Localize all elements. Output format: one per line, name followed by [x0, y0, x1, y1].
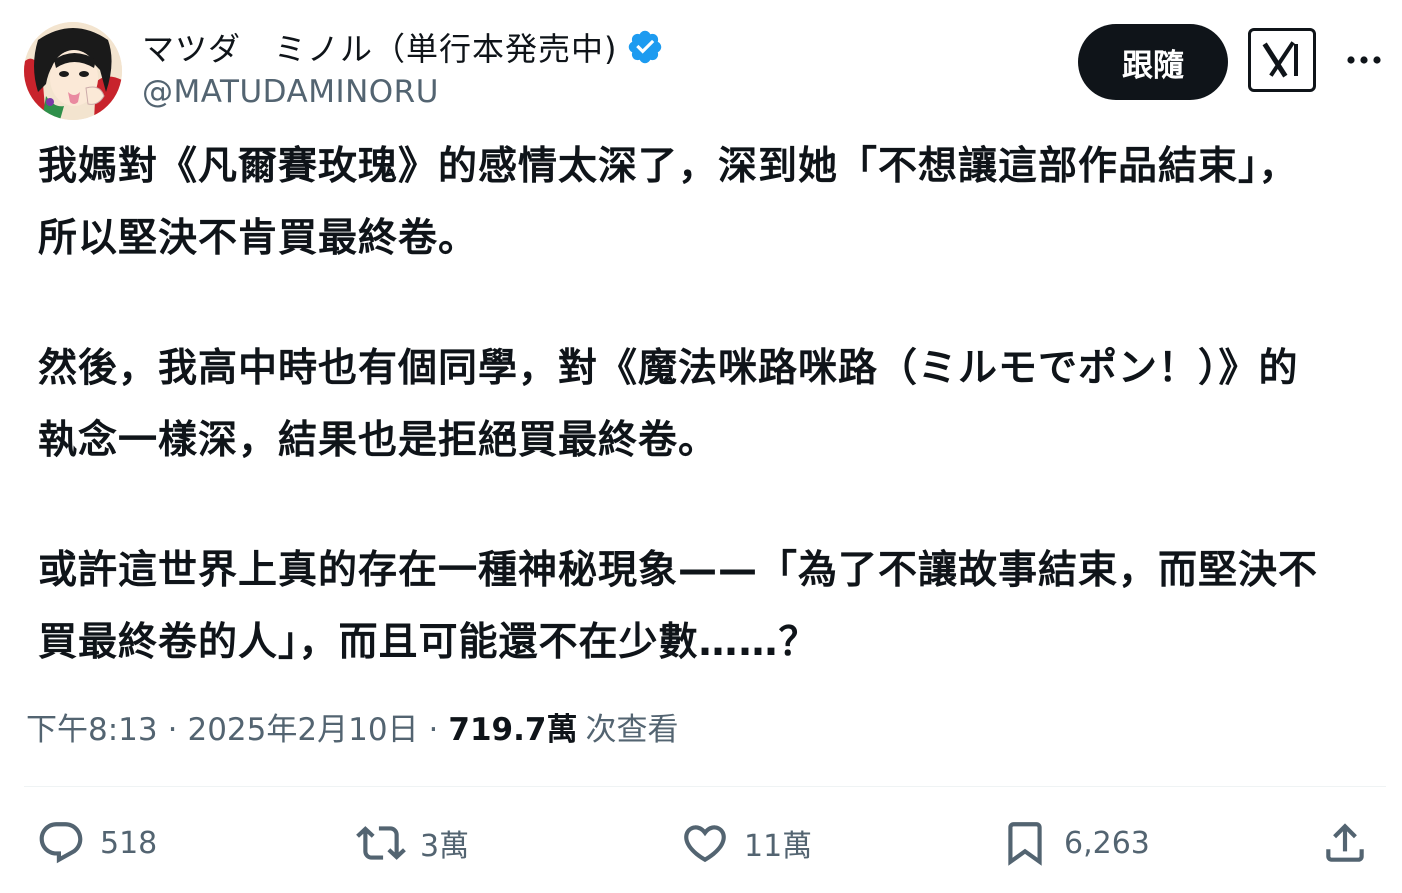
tweet-date[interactable]: 2025年2月10日 — [187, 704, 418, 749]
tweet-paragraph: 或許這世界上真的存在一種神秘現象——「為了不讓故事結束，而堅決不買最終卷的人」，… — [38, 548, 1319, 665]
like-button[interactable]: 11萬 — [680, 818, 812, 868]
avatar-illustration — [24, 22, 122, 120]
more-options-button[interactable] — [1344, 40, 1384, 80]
tweet-paragraph: 然後，我高中時也有個同學，對《魔法咪路咪路（ミルモでポン！）》的執念一樣深，結果… — [38, 346, 1299, 463]
like-count: 11萬 — [744, 829, 813, 864]
meta-separator: · — [167, 712, 178, 748]
views-label: 次查看 — [585, 712, 679, 748]
reply-count: 518 — [100, 825, 158, 861]
views-count[interactable]: 719.7萬 — [448, 704, 577, 749]
author-avatar[interactable] — [24, 22, 122, 120]
repost-button[interactable]: 3萬 — [356, 818, 469, 868]
heart-icon — [684, 825, 726, 863]
more-dots-icon — [1347, 56, 1381, 64]
tweet-meta: 下午8:13 · 2025年2月10日 · 719.7萬 次查看 — [26, 704, 678, 749]
display-name-row: マツダ ミノル（単行本発売中) — [142, 24, 842, 70]
tweet-time[interactable]: 下午8:13 — [26, 704, 158, 749]
tweet-header: マツダ ミノル（単行本発売中) @MATUDAMINORU 跟隨 — [24, 22, 1386, 122]
tweet-actions: 518 3萬 11萬 6,263 — [0, 818, 1402, 878]
bookmark-icon — [1008, 822, 1042, 866]
tweet-text: 我媽對《凡爾賽玫瑰》的感情太深了，深到她「不想讓這部作品結束」，所以堅決不肯買最… — [38, 131, 1328, 679]
share-button[interactable] — [1320, 818, 1370, 868]
author-handle[interactable]: @MATUDAMINORU — [142, 74, 842, 110]
share-icon — [1326, 823, 1364, 862]
reply-button[interactable]: 518 — [36, 818, 157, 868]
meta-separator: · — [428, 712, 439, 748]
divider — [24, 786, 1386, 787]
repost-count: 3萬 — [420, 829, 470, 864]
bookmark-count: 6,263 — [1064, 825, 1150, 861]
follow-button[interactable]: 跟隨 — [1078, 24, 1228, 100]
repost-icon — [356, 826, 406, 860]
reply-icon — [39, 822, 83, 864]
grok-button[interactable] — [1248, 28, 1316, 92]
author-display-name[interactable]: マツダ ミノル（単行本発売中) — [142, 24, 618, 70]
verified-badge-icon — [628, 30, 661, 64]
grok-icon — [1262, 41, 1298, 78]
tweet-paragraph: 我媽對《凡爾賽玫瑰》的感情太深了，深到她「不想讓這部作品結束」，所以堅決不肯買最… — [38, 144, 1299, 261]
bookmark-button[interactable]: 6,263 — [1000, 818, 1150, 868]
author-info: マツダ ミノル（単行本発売中) @MATUDAMINORU — [142, 24, 842, 110]
